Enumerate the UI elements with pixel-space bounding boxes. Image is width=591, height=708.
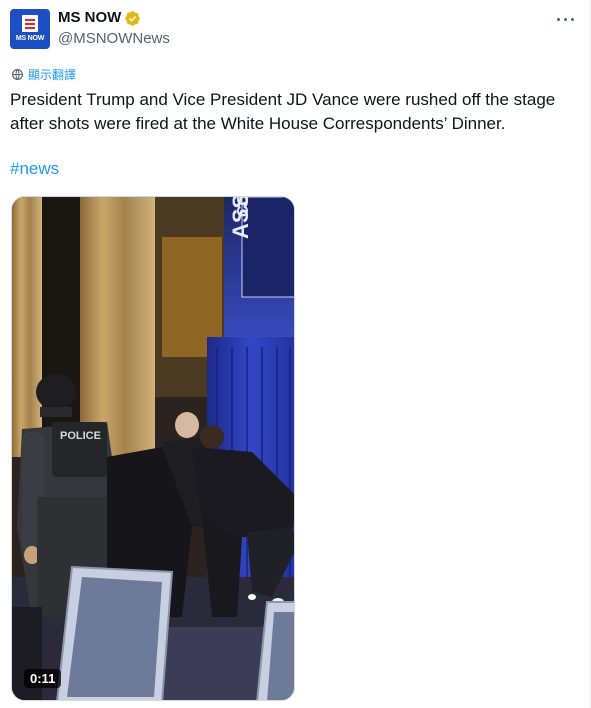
avatar-brand-text: MS NOW: [15, 35, 45, 42]
flag-logo-icon: [22, 15, 38, 32]
verified-badge-icon: [125, 11, 140, 26]
more-options-button[interactable]: [555, 9, 577, 29]
video-player[interactable]: CORR ASSOCIAT POLICE: [11, 196, 295, 701]
vest-text: POLICE: [60, 430, 101, 442]
show-translation-link[interactable]: 顯示翻譯: [11, 66, 76, 83]
display-name[interactable]: MS NOW: [58, 9, 121, 26]
more-horizontal-icon: [557, 18, 560, 21]
screen-text-bottom: ASSOCIAT: [228, 197, 253, 239]
globe-icon: [12, 69, 23, 80]
tweet-text: President Trump and Vice President JD Va…: [10, 90, 556, 133]
show-translation-label: 顯示翻譯: [28, 68, 77, 82]
handle[interactable]: @MSNOWNews: [58, 30, 170, 47]
avatar[interactable]: MS NOW: [10, 9, 50, 49]
tweet-card: MS NOW MS NOW @MSNOWNews 顯示翻譯 President …: [0, 0, 591, 708]
video-duration-badge: 0:11: [24, 669, 62, 688]
hashtag-link[interactable]: #news: [10, 159, 59, 179]
video-thumbnail: CORR ASSOCIAT POLICE: [12, 197, 294, 700]
more-dot: [571, 18, 574, 21]
more-dot: [564, 18, 567, 21]
